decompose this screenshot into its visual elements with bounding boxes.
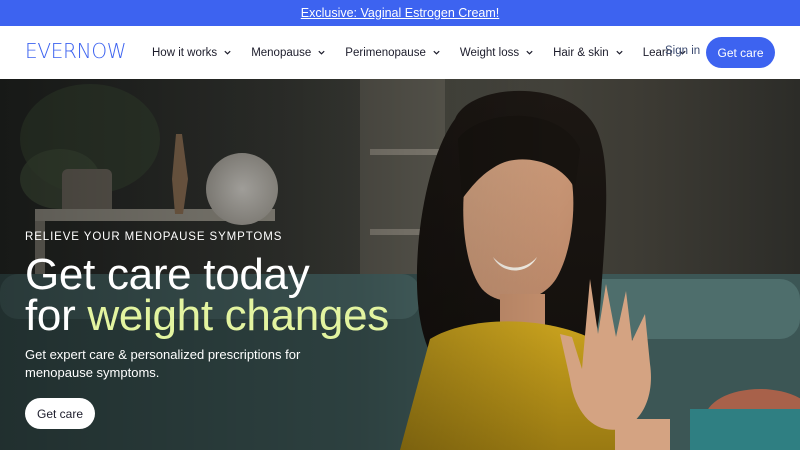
chevron-down-icon	[223, 48, 232, 57]
promo-link[interactable]: Exclusive: Vaginal Estrogen Cream!	[301, 6, 499, 20]
hero-headline: Get care today for weight changes	[25, 253, 389, 338]
hero-get-care-button[interactable]: Get care	[25, 398, 95, 429]
nav-item-perimenopause[interactable]: Perimenopause	[345, 47, 441, 59]
promo-banner: Exclusive: Vaginal Estrogen Cream!	[0, 0, 800, 26]
nav-item-label: Menopause	[251, 46, 312, 59]
hero-section: RELIEVE YOUR MENOPAUSE SYMPTOMS Get care…	[0, 79, 800, 450]
nav-item-label: How it works	[152, 46, 218, 59]
nav-item-label: Hair & skin	[553, 46, 609, 59]
chevron-down-icon	[432, 48, 441, 57]
headline-line-2-prefix: for	[25, 291, 88, 340]
nav-item-label: Weight loss	[459, 46, 520, 59]
nav-item-weight-loss[interactable]: Weight loss	[460, 47, 534, 59]
get-care-button[interactable]: Get care	[706, 37, 775, 68]
nav-item-how-it-works[interactable]: How it works	[152, 47, 232, 59]
main-menu: How it works Menopause Perimenopause Wei…	[152, 26, 706, 79]
brand-logo[interactable]: EVERNOW	[25, 39, 127, 63]
nav-item-menopause[interactable]: Menopause	[251, 47, 326, 59]
hero-eyebrow: RELIEVE YOUR MENOPAUSE SYMPTOMS	[25, 231, 283, 243]
chevron-down-icon	[317, 48, 326, 57]
headline-accent: weight changes	[87, 291, 389, 340]
nav-item-label: Perimenopause	[345, 46, 426, 59]
sign-in-link[interactable]: Sign in	[665, 45, 700, 57]
hero-subtext: Get expert care & personalized prescript…	[25, 347, 301, 380]
nav-item-hair-skin[interactable]: Hair & skin	[553, 47, 624, 59]
chevron-down-icon	[525, 48, 534, 57]
top-navigation: EVERNOW How it works Menopause Perimenop…	[0, 26, 800, 79]
chevron-down-icon	[615, 48, 624, 57]
